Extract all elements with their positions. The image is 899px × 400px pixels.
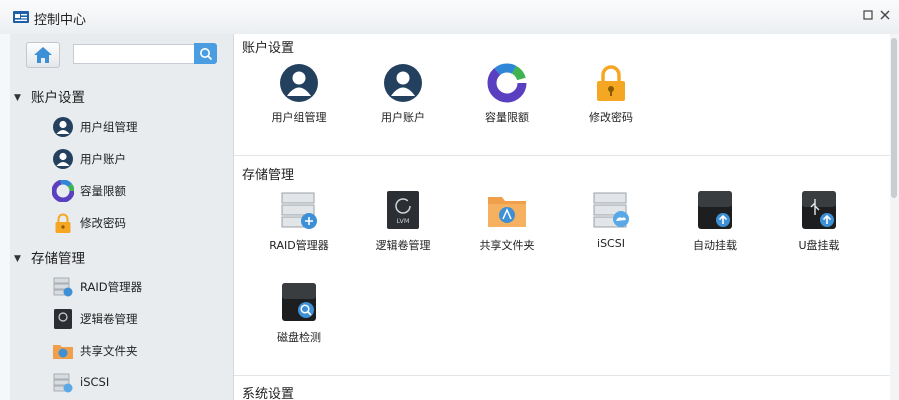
minimize-button[interactable] bbox=[861, 8, 875, 22]
iscsi-icon bbox=[593, 192, 629, 228]
app-label: 磁盘检测 bbox=[277, 331, 321, 344]
section-title-account: 账户设置 bbox=[242, 41, 295, 56]
scrollbar-thumb[interactable] bbox=[891, 38, 897, 198]
quota-pie-icon bbox=[52, 180, 74, 202]
app-iscsi[interactable]: iSCSI bbox=[559, 191, 663, 271]
shared-folder-icon bbox=[53, 345, 73, 359]
home-button[interactable] bbox=[26, 42, 60, 68]
sidebar-item-label: RAID管理器 bbox=[80, 280, 143, 294]
app-usb-mount[interactable]: U盘挂载 bbox=[767, 191, 871, 271]
user-group-icon bbox=[53, 117, 73, 137]
sidebar-group-account[interactable]: ▼ 账户设置 bbox=[14, 86, 85, 106]
section-divider bbox=[234, 155, 892, 156]
app-label: 容量限额 bbox=[485, 111, 529, 124]
search-icon bbox=[200, 48, 213, 61]
close-icon bbox=[880, 10, 890, 20]
app-disk-check[interactable]: 磁盘检测 bbox=[247, 283, 351, 363]
app-label: 修改密码 bbox=[589, 111, 633, 124]
title-bar[interactable]: 控制中心 bbox=[0, 0, 899, 35]
lock-icon bbox=[597, 65, 625, 101]
app-label: 自动挂载 bbox=[693, 239, 737, 252]
raid-icon bbox=[53, 277, 73, 297]
lvm-icon: LVM bbox=[387, 191, 419, 229]
section-title-storage: 存储管理 bbox=[242, 168, 295, 183]
sidebar-item-shared-folder[interactable]: 共享文件夹 bbox=[52, 339, 227, 363]
sidebar-item-user-account[interactable]: 用户账户 bbox=[52, 147, 227, 171]
lvm-badge: LVM bbox=[397, 217, 410, 225]
control-center-window: 控制中心 ▼ 账户设置 用户组管理 用户账户 容量限额 修改密码 ▼ 存储管理 … bbox=[0, 0, 899, 400]
lvm-icon bbox=[54, 309, 72, 329]
sidebar-item-label: iSCSI bbox=[80, 375, 110, 389]
control-panel-icon bbox=[13, 11, 29, 23]
user-group-icon bbox=[280, 64, 318, 102]
sidebar-group-label: 存储管理 bbox=[31, 251, 85, 267]
lock-icon bbox=[55, 213, 71, 233]
app-raid-manager[interactable]: RAID管理器 bbox=[247, 191, 351, 271]
sidebar-item-label: 修改密码 bbox=[80, 216, 126, 230]
disk-check-icon bbox=[282, 283, 316, 321]
sidebar-item-quota[interactable]: 容量限额 bbox=[52, 179, 227, 203]
iscsi-icon bbox=[53, 373, 73, 393]
sidebar-item-raid[interactable]: RAID管理器 bbox=[52, 275, 227, 299]
app-user-account[interactable]: 用户账户 bbox=[351, 63, 455, 143]
expand-arrow-icon: ▼ bbox=[14, 93, 21, 103]
sidebar: ▼ 账户设置 用户组管理 用户账户 容量限额 修改密码 ▼ 存储管理 RAID管… bbox=[10, 34, 234, 400]
window-frame bbox=[0, 34, 10, 400]
sidebar-group-label: 账户设置 bbox=[31, 90, 85, 106]
sidebar-item-label: 容量限额 bbox=[80, 184, 126, 198]
search-input[interactable] bbox=[73, 44, 202, 64]
app-quota[interactable]: 容量限额 bbox=[455, 63, 559, 143]
home-icon bbox=[34, 47, 52, 63]
app-label: RAID管理器 bbox=[269, 239, 329, 252]
search-button[interactable] bbox=[194, 43, 217, 64]
main-panel: 账户设置 用户组管理 用户账户 容量限额 修改密码 存储管理 RAID管理器 L… bbox=[234, 34, 899, 400]
section-title-system: 系统设置 bbox=[242, 387, 295, 400]
sidebar-group-storage[interactable]: ▼ 存储管理 bbox=[14, 247, 85, 267]
section-divider bbox=[234, 375, 892, 376]
app-label: 共享文件夹 bbox=[479, 239, 535, 252]
sidebar-item-label: 用户账户 bbox=[80, 152, 126, 166]
app-lvm[interactable]: LVM 逻辑卷管理 bbox=[351, 191, 455, 271]
usb-mount-icon bbox=[802, 191, 836, 229]
app-label: iSCSI bbox=[597, 237, 625, 250]
sidebar-item-iscsi[interactable]: iSCSI bbox=[52, 371, 227, 395]
shared-folder-icon bbox=[488, 197, 526, 227]
app-auto-mount[interactable]: 自动挂载 bbox=[663, 191, 767, 271]
sidebar-item-lvm[interactable]: 逻辑卷管理 bbox=[52, 307, 227, 331]
user-account-icon bbox=[53, 149, 73, 169]
app-user-group[interactable]: 用户组管理 bbox=[247, 63, 351, 143]
quota-pie-icon bbox=[487, 63, 527, 103]
close-button[interactable] bbox=[878, 8, 892, 22]
app-label: 用户账户 bbox=[381, 111, 425, 124]
sidebar-item-label: 共享文件夹 bbox=[80, 344, 138, 358]
raid-icon bbox=[281, 192, 317, 229]
app-label: 用户组管理 bbox=[271, 111, 327, 124]
sidebar-item-change-password[interactable]: 修改密码 bbox=[52, 211, 227, 235]
main-scrollbar[interactable] bbox=[890, 34, 899, 400]
expand-arrow-icon: ▼ bbox=[14, 254, 21, 264]
app-shared-folder[interactable]: 共享文件夹 bbox=[455, 191, 559, 271]
app-label: U盘挂载 bbox=[798, 239, 840, 252]
auto-mount-icon bbox=[698, 191, 732, 229]
sidebar-item-user-group[interactable]: 用户组管理 bbox=[52, 115, 227, 139]
sidebar-item-label: 用户组管理 bbox=[80, 120, 138, 134]
app-change-password[interactable]: 修改密码 bbox=[559, 63, 663, 143]
window-title: 控制中心 bbox=[34, 13, 87, 28]
app-label: 逻辑卷管理 bbox=[375, 239, 431, 252]
minimize-icon bbox=[863, 10, 873, 20]
sidebar-item-label: 逻辑卷管理 bbox=[80, 312, 138, 326]
user-account-icon bbox=[384, 64, 422, 102]
